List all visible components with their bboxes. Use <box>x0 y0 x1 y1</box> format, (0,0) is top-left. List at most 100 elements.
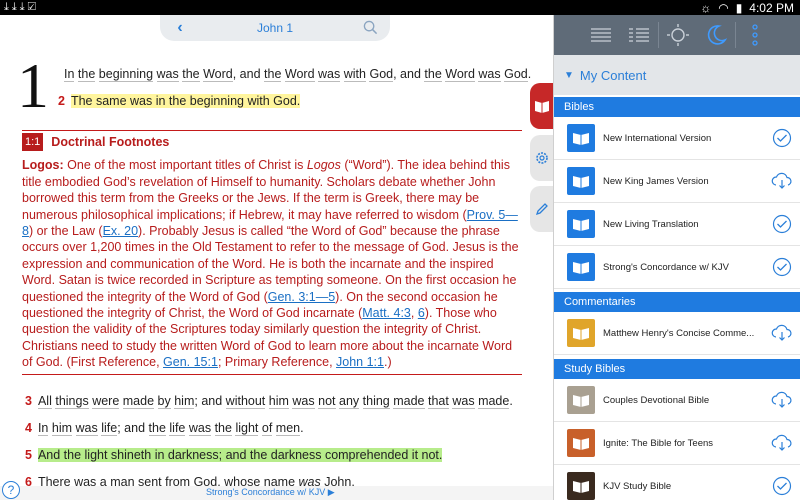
panel-toolbar <box>554 15 800 55</box>
reference-link[interactable]: Gen. 15:1 <box>163 355 218 369</box>
verse-word: , and <box>232 67 261 81</box>
my-content-header[interactable]: ▼ My Content <box>554 55 800 95</box>
downloaded-check-icon[interactable] <box>767 128 797 148</box>
book-cover-icon <box>567 253 595 281</box>
list-view-icon[interactable] <box>582 15 620 55</box>
chapter-nav: ‹ John 1 <box>160 15 390 41</box>
footnote-heading: Doctrinal Footnotes <box>51 135 170 149</box>
battery-icon: ▮ <box>735 0 743 15</box>
verse-2[interactable]: 2 The same was in the beginning with God. <box>58 93 301 109</box>
content-item-name: Strong's Concordance w/ KJV <box>603 261 729 273</box>
content-item[interactable]: Matthew Henry's Concise Comme... <box>554 312 800 355</box>
overflow-menu-icon[interactable] <box>736 15 774 55</box>
reference-link[interactable]: Ex. 20 <box>103 224 138 238</box>
day-mode-sun-icon[interactable] <box>659 15 697 55</box>
verse-word: Word <box>203 67 233 82</box>
footnote-body: Logos: One of the most important titles … <box>22 157 524 370</box>
chapter-title[interactable]: John 1 <box>200 21 350 35</box>
content-item[interactable]: Strong's Concordance w/ KJV <box>554 246 800 289</box>
verse-word: that <box>428 394 449 409</box>
verse-word: was <box>75 421 98 436</box>
cloud-download-icon[interactable] <box>767 324 797 342</box>
verse-1[interactable]: In the beginning was the Word, and the W… <box>64 66 531 82</box>
content-item[interactable]: KJV Study Bible <box>554 465 800 500</box>
verse-word: . <box>527 67 532 81</box>
verse-word: him <box>268 394 289 409</box>
verse-word: him <box>174 394 195 409</box>
verse-word: was <box>292 394 315 409</box>
verse-word: In <box>64 67 75 82</box>
book-cover-icon <box>567 167 595 195</box>
content-item[interactable]: New International Version <box>554 117 800 160</box>
verse-word: life <box>101 421 118 436</box>
detail-list-icon[interactable] <box>620 15 658 55</box>
book-cover-icon <box>567 429 595 457</box>
footnote-text: ; Primary Reference, <box>217 355 337 370</box>
verse-3[interactable]: 3 All things were made by him; and withou… <box>25 393 513 409</box>
content-item[interactable]: New Living Translation <box>554 203 800 246</box>
verse-word: of <box>261 421 273 436</box>
verse-word: Word <box>284 67 315 82</box>
search-icon[interactable] <box>350 17 390 40</box>
verse-word: was <box>188 421 212 436</box>
verse-5[interactable]: 5 And the light shineth in darkness; and … <box>25 447 443 463</box>
content-item-name: New King James Version <box>603 175 709 187</box>
cloud-download-icon[interactable] <box>767 172 797 190</box>
night-mode-moon-icon[interactable] <box>697 15 735 55</box>
verse-word: the <box>182 67 200 82</box>
section-bibles: Bibles <box>554 97 800 117</box>
cloud-download-icon[interactable] <box>767 391 797 409</box>
pencil-icon <box>535 203 548 216</box>
downloaded-check-icon[interactable] <box>767 214 797 234</box>
verse-word: him <box>51 421 73 436</box>
verse-word: God <box>369 67 394 82</box>
verse-word: were <box>92 394 120 409</box>
book-cover-icon <box>567 472 595 500</box>
verse-4[interactable]: 4 In him was life; and the life was the l… <box>25 420 304 436</box>
section-study-bibles: Study Bibles <box>554 359 800 379</box>
verse-word: , and <box>393 67 421 81</box>
active-resource-link[interactable]: Strong's Concordance w/ KJV ▶ <box>206 487 335 498</box>
chapter-number: 1 <box>17 50 49 121</box>
download-icon: ⤓ <box>4 1 12 13</box>
content-item-name: Ignite: The Bible for Teens <box>603 437 714 449</box>
book-tab[interactable] <box>530 83 554 129</box>
content-item[interactable]: Ignite: The Bible for Teens <box>554 422 800 465</box>
back-chevron-icon[interactable]: ‹ <box>160 19 200 37</box>
footnote-text: Logos <box>306 158 341 173</box>
verse-number: 5 <box>25 448 32 462</box>
settings-tab[interactable] <box>530 135 554 181</box>
section-commentaries: Commentaries <box>554 292 800 312</box>
verse-word: beginning <box>98 67 154 82</box>
status-bar: ⤓⤓⤓☑ ☼ ◠ ▮ 4:02 PM <box>0 0 800 15</box>
content-item[interactable]: New King James Version <box>554 160 800 203</box>
reference-link[interactable]: John 1:1 <box>336 355 384 369</box>
downloaded-check-icon[interactable] <box>767 476 797 496</box>
verse-word: not <box>318 394 336 409</box>
reference-link[interactable]: Matt. 4:3 <box>362 306 411 320</box>
downloaded-check-icon[interactable] <box>767 257 797 277</box>
verse-word: made <box>478 394 510 409</box>
verse-word: the <box>148 421 166 436</box>
footnote-text: One of the most important titles of Chri… <box>63 158 307 173</box>
notes-tab[interactable] <box>530 186 554 232</box>
verse-word: the <box>214 421 232 436</box>
book-cover-icon <box>567 210 595 238</box>
download-icon: ⤓ <box>19 1 28 13</box>
wifi-icon: ◠ <box>718 0 729 15</box>
reference-link[interactable]: Gen. 3:1—5 <box>268 290 335 304</box>
verse-word: thing <box>362 394 390 409</box>
help-icon[interactable]: ? <box>2 481 20 499</box>
reference-link[interactable]: 6 <box>418 306 425 320</box>
verse-word: light <box>235 421 259 436</box>
verse-word: . <box>300 421 304 435</box>
verse-word: any <box>339 394 360 409</box>
verse-word: men <box>275 421 301 436</box>
verse-number: 3 <box>25 394 32 408</box>
verse-word: the <box>77 67 96 82</box>
verse-word: God <box>504 67 528 82</box>
content-item[interactable]: Couples Devotional Bible <box>554 379 800 422</box>
bottom-bar: Strong's Concordance w/ KJV ▶ <box>0 486 553 500</box>
cloud-download-icon[interactable] <box>767 434 797 452</box>
verse-number: 2 <box>58 94 65 108</box>
